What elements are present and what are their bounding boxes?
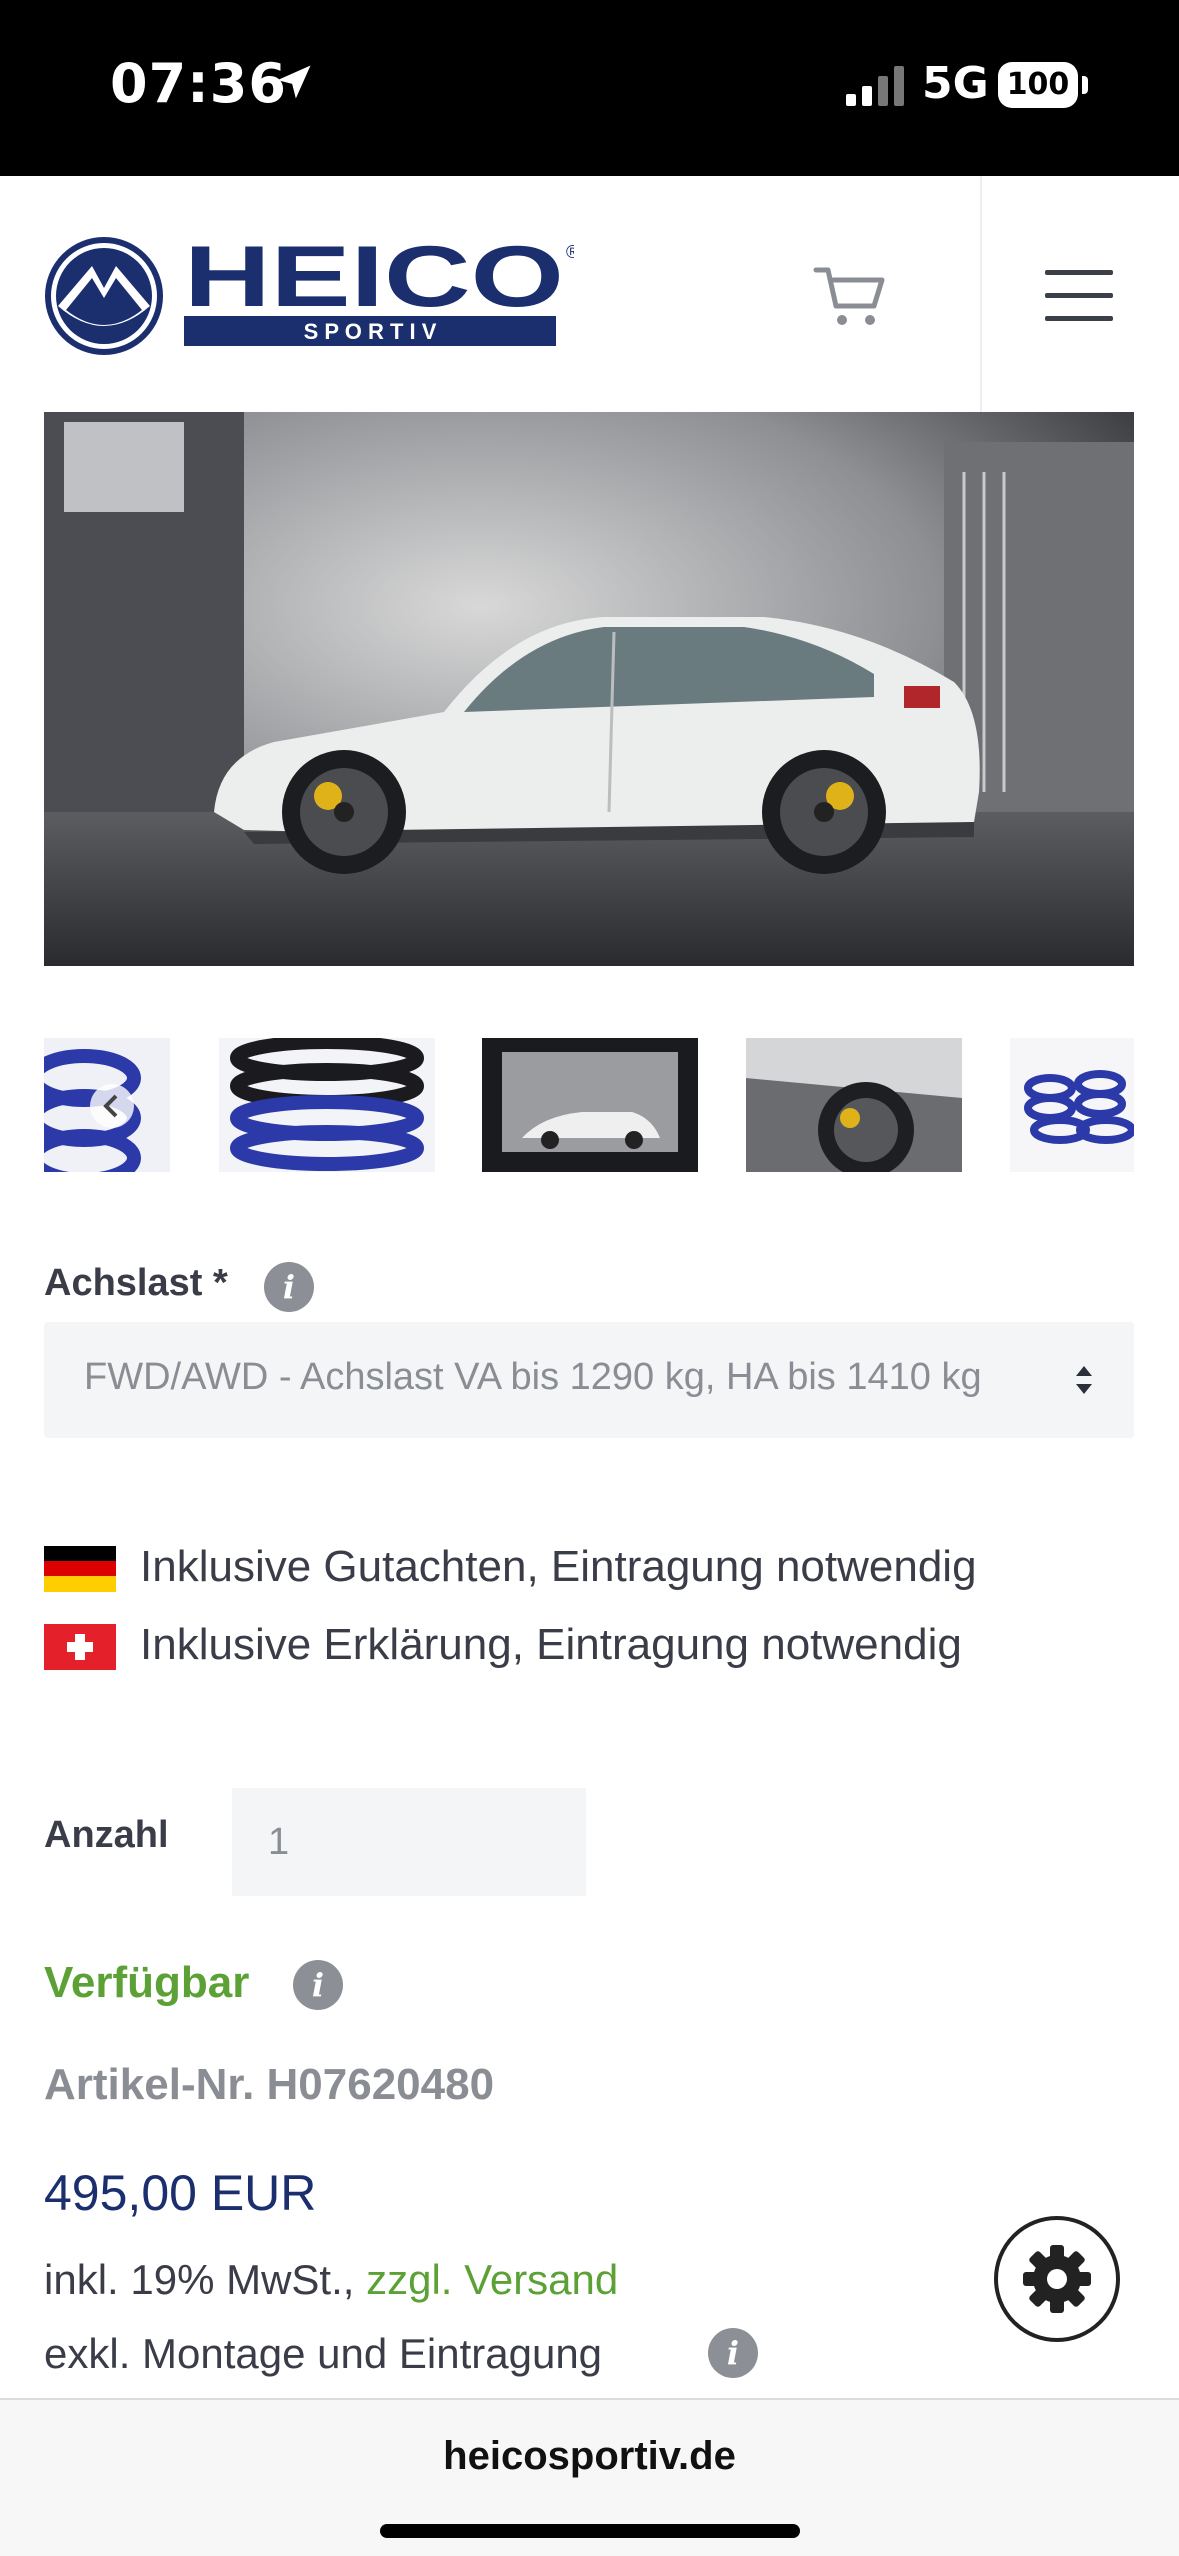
quantity-input[interactable]	[232, 1788, 586, 1896]
switzerland-flag-icon	[44, 1624, 116, 1670]
availability-info-icon[interactable]: i	[293, 1960, 343, 2010]
product-main-image[interactable]	[44, 412, 1134, 966]
status-bar: 07:36 5G 100	[0, 0, 1179, 176]
mounting-info-icon[interactable]: i	[708, 2328, 758, 2378]
browser-url-bar[interactable]: heicosportiv.de	[0, 2398, 1179, 2556]
signal-icon	[846, 66, 904, 106]
status-time: 07:36	[110, 52, 287, 115]
article-number: Artikel-Nr. H07620480	[44, 2060, 495, 2109]
cart-icon[interactable]	[810, 262, 890, 332]
site-header: HEICO ® S P O R T I V	[0, 176, 1179, 412]
germany-certificate-text: Inklusive Gutachten, Eintragung notwendi…	[140, 1542, 977, 1591]
thumbnail-spring-stack[interactable]	[219, 1038, 435, 1172]
thumbnail-spring-set[interactable]	[1010, 1038, 1134, 1172]
hamburger-menu-icon[interactable]	[1045, 268, 1113, 324]
quantity-label: Anzahl	[44, 1814, 169, 1856]
gear-icon	[1023, 2245, 1091, 2313]
switzerland-certificate-text: Inklusive Erklärung, Eintragung notwendi…	[140, 1620, 962, 1669]
network-type: 5G	[922, 58, 989, 109]
home-indicator[interactable]	[380, 2524, 800, 2538]
carousel-prev-icon[interactable]	[88, 1082, 136, 1130]
product-price: 495,00 EUR	[44, 2165, 317, 2221]
logo-subtitle: S P O R T I V	[304, 319, 437, 344]
battery-icon: 100	[998, 62, 1088, 108]
thumbnail-springs-closeup[interactable]	[44, 1038, 170, 1172]
axle-load-select[interactable]: FWD/AWD - Achslast VA bis 1290 kg, HA bi…	[44, 1322, 1134, 1438]
thumbnail-wheel-detail[interactable]	[746, 1038, 962, 1172]
select-arrows-icon	[1076, 1366, 1092, 1394]
cookie-settings-button[interactable]	[994, 2216, 1120, 2342]
thumbnail-car-garage[interactable]	[482, 1038, 698, 1172]
axle-load-info-icon[interactable]: i	[264, 1262, 314, 1312]
mounting-info: exkl. Montage und Eintragung	[44, 2330, 602, 2378]
logo-registered-mark: ®	[566, 242, 574, 262]
thumbnail-strip	[44, 1038, 1134, 1174]
logo-wordmark: HEICO	[184, 236, 564, 325]
tax-info: inkl. 19% MwSt., zzgl. Versand	[44, 2256, 618, 2304]
germany-flag-icon	[44, 1546, 116, 1592]
heico-sportiv-logo[interactable]: HEICO ® S P O R T I V	[44, 236, 574, 356]
tax-text: inkl. 19% MwSt.,	[44, 2256, 367, 2303]
availability-status: Verfügbar	[44, 1958, 250, 2007]
axle-load-selected-value: FWD/AWD - Achslast VA bis 1290 kg, HA bi…	[84, 1356, 982, 1398]
mounting-text: exkl. Montage und Eintragung	[44, 2330, 603, 2377]
url-text[interactable]: heicosportiv.de	[0, 2434, 1179, 2479]
shipping-link[interactable]: zzgl. Versand	[366, 2256, 618, 2303]
header-divider	[980, 176, 982, 412]
axle-load-label: Achslast *	[44, 1262, 228, 1304]
location-arrow-icon	[277, 65, 311, 99]
